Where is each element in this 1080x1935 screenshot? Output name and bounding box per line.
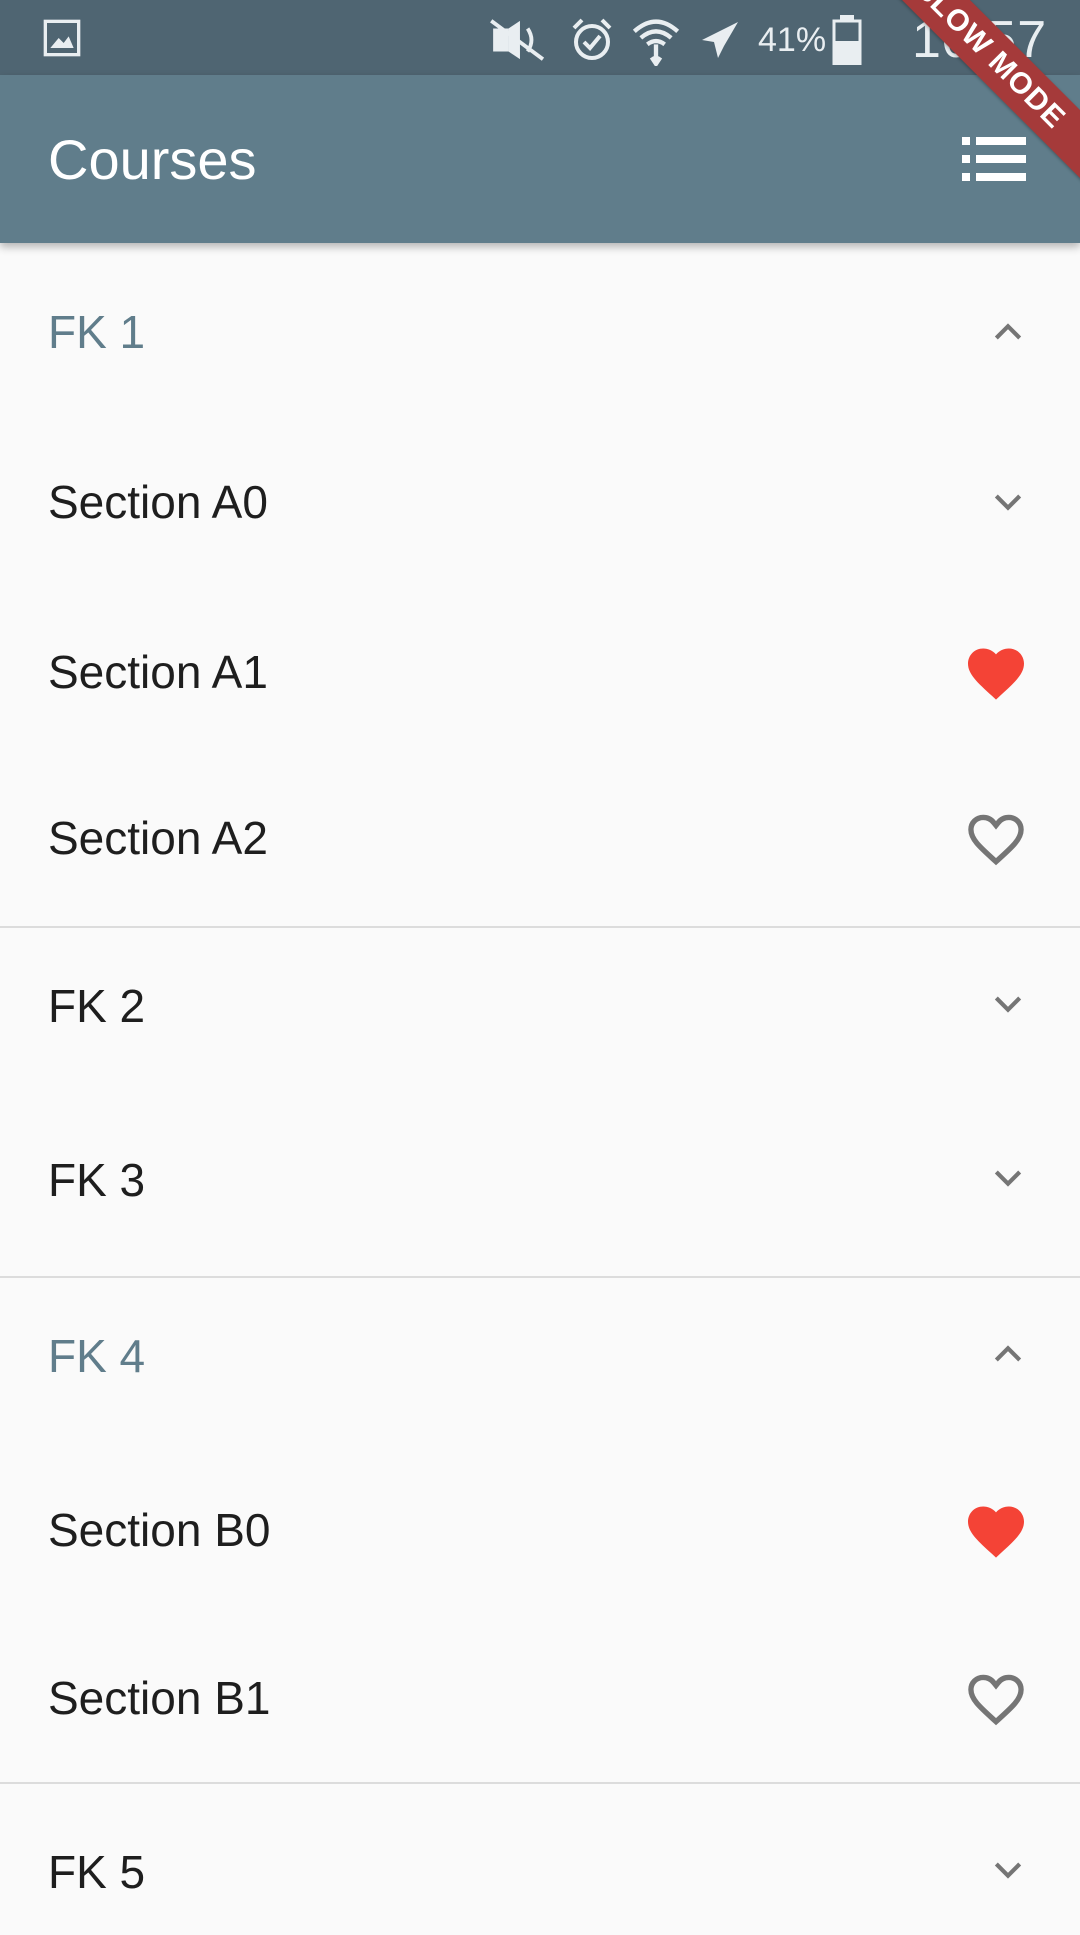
heart-filled-icon[interactable] xyxy=(964,643,1028,703)
course-list: FK 1 Section A0 Section A1 Section A2 FK… xyxy=(0,243,1080,1935)
chevron-down-icon[interactable] xyxy=(988,983,1028,1023)
course-label: FK 2 xyxy=(48,980,146,1032)
section-label: Section B0 xyxy=(48,1504,271,1556)
heart-filled-icon[interactable] xyxy=(964,1501,1028,1561)
wifi-icon xyxy=(632,19,680,66)
course-header-fk5[interactable]: FK 5 xyxy=(0,1795,1080,1935)
section-label: Section A1 xyxy=(48,646,268,698)
heart-outline-icon[interactable] xyxy=(964,809,1028,869)
course-label: FK 1 xyxy=(48,306,146,358)
battery-icon xyxy=(832,15,862,65)
course-label: FK 5 xyxy=(48,1846,146,1898)
chevron-down-icon[interactable] xyxy=(988,1849,1028,1889)
gallery-icon xyxy=(43,19,81,57)
course-header-fk2[interactable]: FK 2 xyxy=(0,929,1080,1103)
section-row-b1[interactable]: Section B1 xyxy=(0,1621,1080,1793)
list-icon[interactable] xyxy=(962,131,1026,187)
section-row-a0[interactable]: Section A0 xyxy=(0,415,1080,585)
section-row-a1[interactable]: Section A1 xyxy=(0,585,1080,755)
battery-percent: 41% xyxy=(758,20,827,59)
divider xyxy=(0,1276,1080,1278)
section-label: Section A0 xyxy=(48,476,268,528)
section-label: Section B1 xyxy=(48,1672,271,1724)
divider xyxy=(0,926,1080,928)
heart-outline-icon[interactable] xyxy=(964,1669,1028,1729)
course-header-fk3[interactable]: FK 3 xyxy=(0,1103,1080,1277)
course-label: FK 4 xyxy=(48,1330,146,1382)
page-title: Courses xyxy=(48,128,257,191)
course-label: FK 3 xyxy=(48,1154,146,1206)
section-label: Section A2 xyxy=(48,812,268,864)
chevron-up-icon[interactable] xyxy=(988,1335,1028,1375)
alarm-icon xyxy=(572,18,612,60)
chevron-down-icon[interactable] xyxy=(988,481,1028,521)
course-header-fk1[interactable]: FK 1 xyxy=(0,243,1080,415)
mute-icon xyxy=(490,19,545,61)
section-row-b0[interactable]: Section B0 xyxy=(0,1453,1080,1621)
airplane-icon xyxy=(702,22,738,58)
section-row-a2[interactable]: Section A2 xyxy=(0,755,1080,927)
chevron-up-icon[interactable] xyxy=(988,313,1028,353)
course-header-fk4[interactable]: FK 4 xyxy=(0,1279,1080,1453)
chevron-down-icon[interactable] xyxy=(988,1157,1028,1197)
app-bar: Courses xyxy=(0,75,1080,243)
divider xyxy=(0,1782,1080,1784)
